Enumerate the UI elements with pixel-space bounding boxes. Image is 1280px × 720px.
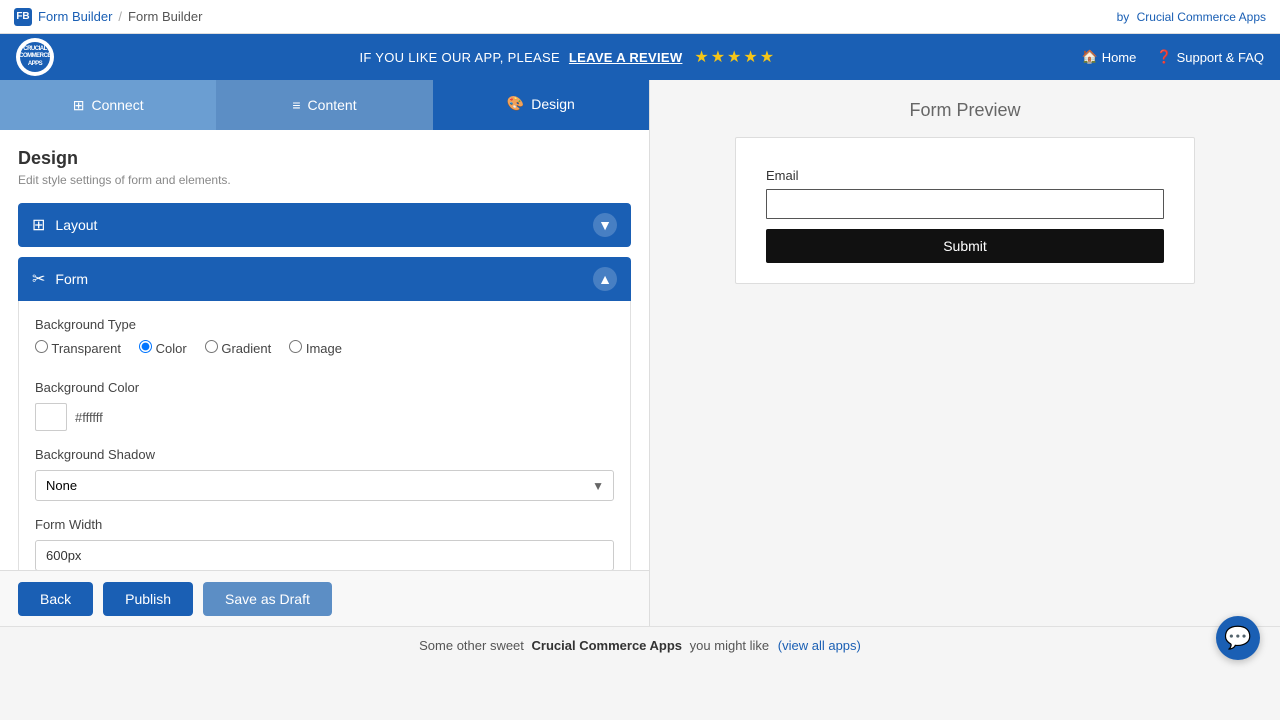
publish-button[interactable]: Publish <box>103 582 193 616</box>
footer-brand: Crucial Commerce Apps <box>532 638 683 653</box>
home-icon: 🏠 <box>1082 49 1098 65</box>
header-promo: IF YOU LIKE OUR APP, PLEASE LEAVE A REVI… <box>359 47 776 67</box>
left-panel: ⊞ Connect ≡ Content 🎨 Design Design Edit… <box>0 80 650 626</box>
top-bar: FB Form Builder / Form Builder by Crucia… <box>0 0 1280 34</box>
layout-header-left: ⊞ Layout <box>32 215 97 235</box>
radio-transparent[interactable]: Transparent <box>35 340 121 356</box>
panel-scroll: Design Edit style settings of form and e… <box>0 130 649 570</box>
background-color-label: Background Color <box>35 380 614 395</box>
form-preview-box: Email Submit <box>735 137 1195 284</box>
tab-content[interactable]: ≡ Content <box>216 80 432 130</box>
breadcrumb-separator: / <box>118 9 122 24</box>
radio-transparent-input[interactable] <box>35 340 48 353</box>
chat-icon: 💬 <box>1224 625 1251 651</box>
view-all-apps-link[interactable]: (view all apps) <box>778 638 861 653</box>
breadcrumb-item-1[interactable]: Form Builder <box>38 9 112 24</box>
top-bar-company: by Crucial Commerce Apps <box>1117 10 1266 24</box>
content-tab-icon: ≡ <box>292 97 300 113</box>
background-type-label: Background Type <box>35 317 614 332</box>
form-label: Form <box>55 271 88 287</box>
background-type-group: Background Type Transparent Color <box>35 317 614 364</box>
radio-image[interactable]: Image <box>289 340 342 356</box>
color-row: #ffffff <box>35 403 614 431</box>
background-type-radios: Transparent Color Gradient <box>35 340 614 364</box>
back-button[interactable]: Back <box>18 582 93 616</box>
layout-icon: ⊞ <box>32 215 45 235</box>
preview-title: Form Preview <box>909 100 1020 121</box>
background-shadow-group: Background Shadow None Small Medium Larg… <box>35 447 614 501</box>
chat-bubble[interactable]: 💬 <box>1216 616 1260 660</box>
form-width-group: Form Width Please Provide width either i… <box>35 517 614 570</box>
footer-text: Some other sweet Crucial Commerce Apps y… <box>419 638 861 653</box>
radio-transparent-label: Transparent <box>51 341 121 356</box>
form-accordion: ✂ Form ▲ Background Type Tran <box>18 257 631 570</box>
layout-accordion-header[interactable]: ⊞ Layout ▼ <box>18 203 631 247</box>
form-icon: ✂ <box>32 269 45 289</box>
shadow-select[interactable]: None Small Medium Large <box>35 470 614 501</box>
logo-inner: CRUCIALCOMMERCEAPPS <box>20 42 50 72</box>
action-bar: Back Publish Save as Draft <box>0 570 649 626</box>
form-chevron[interactable]: ▲ <box>593 267 617 291</box>
preview-submit-button[interactable]: Submit <box>766 229 1164 263</box>
company-name: Crucial Commerce Apps <box>1137 10 1266 24</box>
header-banner: CRUCIALCOMMERCEAPPS IF YOU LIKE OUR APP,… <box>0 34 1280 80</box>
form-header-left: ✂ Form <box>32 269 88 289</box>
section-subtitle: Edit style settings of form and elements… <box>18 173 631 187</box>
preview-email-label: Email <box>766 168 1164 183</box>
section-title: Design <box>18 148 631 169</box>
logo-text: FB <box>16 11 29 22</box>
connect-tab-label: Connect <box>91 97 143 113</box>
save-draft-button[interactable]: Save as Draft <box>203 582 332 616</box>
form-chevron-icon: ▲ <box>598 271 612 287</box>
logo-box: CRUCIALCOMMERCEAPPS <box>16 38 54 76</box>
color-value: #ffffff <box>75 410 103 425</box>
layout-accordion: ⊞ Layout ▼ <box>18 203 631 247</box>
layout-chevron-icon: ▼ <box>598 217 612 233</box>
breadcrumb: FB Form Builder / Form Builder <box>14 8 202 26</box>
layout-chevron[interactable]: ▼ <box>593 213 617 237</box>
home-link[interactable]: 🏠 Home <box>1082 49 1137 65</box>
design-tab-icon: 🎨 <box>507 95 524 112</box>
support-icon: ❓ <box>1156 49 1172 65</box>
tab-connect[interactable]: ⊞ Connect <box>0 80 216 130</box>
connect-tab-icon: ⊞ <box>73 97 85 114</box>
radio-image-input[interactable] <box>289 340 302 353</box>
color-swatch[interactable] <box>35 403 67 431</box>
tabs: ⊞ Connect ≡ Content 🎨 Design <box>0 80 649 130</box>
breadcrumb-item-2: Form Builder <box>128 9 202 24</box>
radio-gradient-label: Gradient <box>221 341 271 356</box>
layout-label: Layout <box>55 217 97 233</box>
content-tab-label: Content <box>308 97 357 113</box>
footer: Some other sweet Crucial Commerce Apps y… <box>0 626 1280 664</box>
background-color-group: Background Color #ffffff <box>35 380 614 431</box>
app-logo: FB <box>14 8 32 26</box>
preview-email-input[interactable] <box>766 189 1164 219</box>
form-accordion-header[interactable]: ✂ Form ▲ <box>18 257 631 301</box>
radio-gradient[interactable]: Gradient <box>205 340 272 356</box>
tab-design[interactable]: 🎨 Design <box>433 80 649 130</box>
header-nav: 🏠 Home ❓ Support & FAQ <box>1082 49 1265 65</box>
main-layout: ⊞ Connect ≡ Content 🎨 Design Design Edit… <box>0 80 1280 626</box>
star-rating: ★★★★★ <box>694 49 776 66</box>
leave-review-link[interactable]: LEAVE A REVIEW <box>569 50 683 65</box>
right-panel: Form Preview Email Submit <box>650 80 1280 626</box>
design-tab-label: Design <box>531 96 575 112</box>
background-shadow-label: Background Shadow <box>35 447 614 462</box>
radio-color[interactable]: Color <box>139 340 187 356</box>
promo-text: IF YOU LIKE OUR APP, PLEASE <box>359 50 560 65</box>
form-width-input[interactable] <box>35 540 614 570</box>
radio-image-label: Image <box>306 341 342 356</box>
header-logo: CRUCIALCOMMERCEAPPS <box>16 38 54 76</box>
support-link[interactable]: ❓ Support & FAQ <box>1156 49 1264 65</box>
form-accordion-body: Background Type Transparent Color <box>18 301 631 570</box>
radio-gradient-input[interactable] <box>205 340 218 353</box>
form-width-label: Form Width <box>35 517 614 532</box>
shadow-select-wrap: None Small Medium Large ▼ <box>35 470 614 501</box>
radio-color-input[interactable] <box>139 340 152 353</box>
radio-color-label: Color <box>156 341 187 356</box>
